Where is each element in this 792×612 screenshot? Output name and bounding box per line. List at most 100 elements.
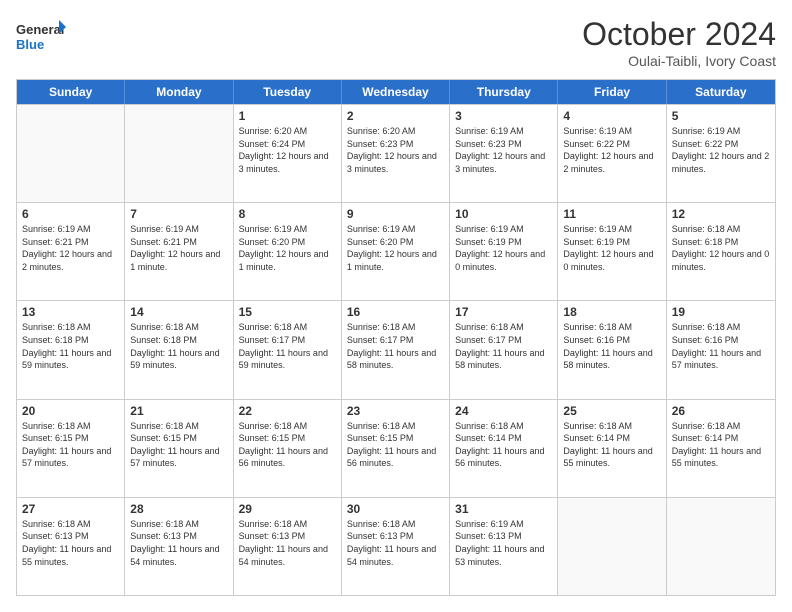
day-info: Sunrise: 6:20 AMSunset: 6:24 PMDaylight:…: [239, 125, 336, 175]
day-number: 14: [130, 305, 227, 319]
day-cell-4: 4 Sunrise: 6:19 AMSunset: 6:22 PMDayligh…: [558, 105, 666, 202]
day-info: Sunrise: 6:19 AMSunset: 6:22 PMDaylight:…: [672, 125, 770, 175]
day-cell-11: 11 Sunrise: 6:19 AMSunset: 6:19 PMDaylig…: [558, 203, 666, 300]
day-cell-8: 8 Sunrise: 6:19 AMSunset: 6:20 PMDayligh…: [234, 203, 342, 300]
day-cell-16: 16 Sunrise: 6:18 AMSunset: 6:17 PMDaylig…: [342, 301, 450, 398]
day-info: Sunrise: 6:18 AMSunset: 6:13 PMDaylight:…: [22, 518, 119, 568]
calendar-row-4: 20 Sunrise: 6:18 AMSunset: 6:15 PMDaylig…: [17, 399, 775, 497]
day-info: Sunrise: 6:20 AMSunset: 6:23 PMDaylight:…: [347, 125, 444, 175]
day-number: 6: [22, 207, 119, 221]
day-number: 23: [347, 404, 444, 418]
day-info: Sunrise: 6:18 AMSunset: 6:14 PMDaylight:…: [455, 420, 552, 470]
day-cell-6: 6 Sunrise: 6:19 AMSunset: 6:21 PMDayligh…: [17, 203, 125, 300]
day-number: 11: [563, 207, 660, 221]
day-number: 15: [239, 305, 336, 319]
day-number: 18: [563, 305, 660, 319]
logo-svg: General Blue: [16, 16, 66, 58]
day-cell-21: 21 Sunrise: 6:18 AMSunset: 6:15 PMDaylig…: [125, 400, 233, 497]
day-cell-25: 25 Sunrise: 6:18 AMSunset: 6:14 PMDaylig…: [558, 400, 666, 497]
day-info: Sunrise: 6:18 AMSunset: 6:13 PMDaylight:…: [239, 518, 336, 568]
day-number: 22: [239, 404, 336, 418]
header-day-thursday: Thursday: [450, 80, 558, 104]
day-cell-10: 10 Sunrise: 6:19 AMSunset: 6:19 PMDaylig…: [450, 203, 558, 300]
day-number: 5: [672, 109, 770, 123]
day-info: Sunrise: 6:18 AMSunset: 6:15 PMDaylight:…: [22, 420, 119, 470]
day-number: 28: [130, 502, 227, 516]
day-number: 4: [563, 109, 660, 123]
day-info: Sunrise: 6:19 AMSunset: 6:13 PMDaylight:…: [455, 518, 552, 568]
location: Oulai-Taibli, Ivory Coast: [582, 53, 776, 69]
day-cell-3: 3 Sunrise: 6:19 AMSunset: 6:23 PMDayligh…: [450, 105, 558, 202]
day-info: Sunrise: 6:18 AMSunset: 6:18 PMDaylight:…: [672, 223, 770, 273]
day-info: Sunrise: 6:19 AMSunset: 6:21 PMDaylight:…: [130, 223, 227, 273]
day-number: 7: [130, 207, 227, 221]
day-info: Sunrise: 6:18 AMSunset: 6:15 PMDaylight:…: [347, 420, 444, 470]
header-day-monday: Monday: [125, 80, 233, 104]
calendar-row-5: 27 Sunrise: 6:18 AMSunset: 6:13 PMDaylig…: [17, 497, 775, 595]
day-number: 16: [347, 305, 444, 319]
day-cell-27: 27 Sunrise: 6:18 AMSunset: 6:13 PMDaylig…: [17, 498, 125, 595]
calendar-row-2: 6 Sunrise: 6:19 AMSunset: 6:21 PMDayligh…: [17, 202, 775, 300]
day-cell-22: 22 Sunrise: 6:18 AMSunset: 6:15 PMDaylig…: [234, 400, 342, 497]
day-cell-7: 7 Sunrise: 6:19 AMSunset: 6:21 PMDayligh…: [125, 203, 233, 300]
calendar-body: 1 Sunrise: 6:20 AMSunset: 6:24 PMDayligh…: [17, 104, 775, 595]
day-number: 13: [22, 305, 119, 319]
svg-text:General: General: [16, 22, 64, 37]
day-cell-19: 19 Sunrise: 6:18 AMSunset: 6:16 PMDaylig…: [667, 301, 775, 398]
day-cell-2: 2 Sunrise: 6:20 AMSunset: 6:23 PMDayligh…: [342, 105, 450, 202]
day-cell-15: 15 Sunrise: 6:18 AMSunset: 6:17 PMDaylig…: [234, 301, 342, 398]
day-info: Sunrise: 6:18 AMSunset: 6:15 PMDaylight:…: [239, 420, 336, 470]
day-number: 9: [347, 207, 444, 221]
day-cell-9: 9 Sunrise: 6:19 AMSunset: 6:20 PMDayligh…: [342, 203, 450, 300]
empty-cell: [125, 105, 233, 202]
calendar-row-1: 1 Sunrise: 6:20 AMSunset: 6:24 PMDayligh…: [17, 104, 775, 202]
day-info: Sunrise: 6:18 AMSunset: 6:17 PMDaylight:…: [347, 321, 444, 371]
day-number: 30: [347, 502, 444, 516]
day-info: Sunrise: 6:18 AMSunset: 6:17 PMDaylight:…: [239, 321, 336, 371]
day-cell-30: 30 Sunrise: 6:18 AMSunset: 6:13 PMDaylig…: [342, 498, 450, 595]
empty-cell: [558, 498, 666, 595]
day-cell-20: 20 Sunrise: 6:18 AMSunset: 6:15 PMDaylig…: [17, 400, 125, 497]
day-info: Sunrise: 6:19 AMSunset: 6:22 PMDaylight:…: [563, 125, 660, 175]
day-number: 12: [672, 207, 770, 221]
day-number: 27: [22, 502, 119, 516]
empty-cell: [667, 498, 775, 595]
day-info: Sunrise: 6:18 AMSunset: 6:16 PMDaylight:…: [672, 321, 770, 371]
day-cell-24: 24 Sunrise: 6:18 AMSunset: 6:14 PMDaylig…: [450, 400, 558, 497]
month-title: October 2024: [582, 16, 776, 53]
day-cell-12: 12 Sunrise: 6:18 AMSunset: 6:18 PMDaylig…: [667, 203, 775, 300]
header: General Blue October 2024 Oulai-Taibli, …: [16, 16, 776, 69]
day-info: Sunrise: 6:18 AMSunset: 6:17 PMDaylight:…: [455, 321, 552, 371]
day-info: Sunrise: 6:18 AMSunset: 6:15 PMDaylight:…: [130, 420, 227, 470]
empty-cell: [17, 105, 125, 202]
header-day-sunday: Sunday: [17, 80, 125, 104]
day-info: Sunrise: 6:19 AMSunset: 6:19 PMDaylight:…: [563, 223, 660, 273]
day-number: 1: [239, 109, 336, 123]
day-info: Sunrise: 6:18 AMSunset: 6:13 PMDaylight:…: [347, 518, 444, 568]
day-number: 24: [455, 404, 552, 418]
day-number: 19: [672, 305, 770, 319]
day-cell-26: 26 Sunrise: 6:18 AMSunset: 6:14 PMDaylig…: [667, 400, 775, 497]
day-number: 2: [347, 109, 444, 123]
calendar-header: SundayMondayTuesdayWednesdayThursdayFrid…: [17, 80, 775, 104]
day-number: 17: [455, 305, 552, 319]
header-day-tuesday: Tuesday: [234, 80, 342, 104]
day-cell-1: 1 Sunrise: 6:20 AMSunset: 6:24 PMDayligh…: [234, 105, 342, 202]
day-number: 10: [455, 207, 552, 221]
day-number: 21: [130, 404, 227, 418]
day-info: Sunrise: 6:18 AMSunset: 6:16 PMDaylight:…: [563, 321, 660, 371]
day-cell-31: 31 Sunrise: 6:19 AMSunset: 6:13 PMDaylig…: [450, 498, 558, 595]
day-cell-23: 23 Sunrise: 6:18 AMSunset: 6:15 PMDaylig…: [342, 400, 450, 497]
day-cell-18: 18 Sunrise: 6:18 AMSunset: 6:16 PMDaylig…: [558, 301, 666, 398]
day-cell-14: 14 Sunrise: 6:18 AMSunset: 6:18 PMDaylig…: [125, 301, 233, 398]
day-info: Sunrise: 6:19 AMSunset: 6:20 PMDaylight:…: [347, 223, 444, 273]
day-number: 20: [22, 404, 119, 418]
page: General Blue October 2024 Oulai-Taibli, …: [0, 0, 792, 612]
day-number: 31: [455, 502, 552, 516]
logo: General Blue: [16, 16, 66, 58]
day-number: 3: [455, 109, 552, 123]
calendar-row-3: 13 Sunrise: 6:18 AMSunset: 6:18 PMDaylig…: [17, 300, 775, 398]
header-day-saturday: Saturday: [667, 80, 775, 104]
day-cell-17: 17 Sunrise: 6:18 AMSunset: 6:17 PMDaylig…: [450, 301, 558, 398]
day-number: 8: [239, 207, 336, 221]
